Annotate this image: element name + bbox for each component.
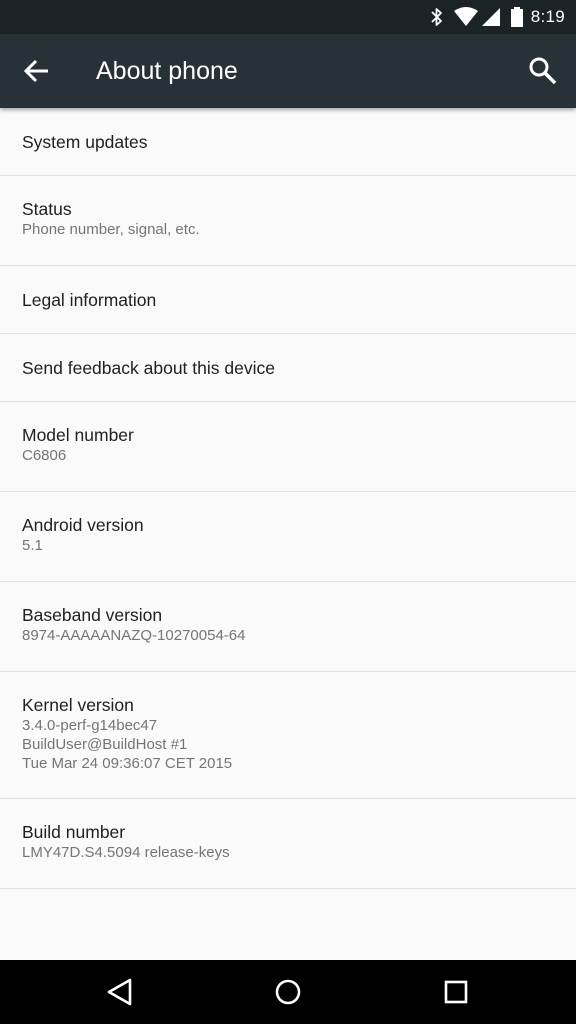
item-title: Legal information <box>22 290 157 310</box>
item-subtitle: 5.1 <box>22 537 43 554</box>
item-title: System updates <box>22 132 148 152</box>
settings-list: System updates Status Phone number, sign… <box>0 108 576 889</box>
status-clock: 8:19 <box>530 7 565 26</box>
item-title: Kernel version <box>22 695 134 715</box>
list-item-baseband-version[interactable]: Baseband version 8974-AAAAANAZQ-10270054… <box>0 582 576 672</box>
arrow-back-icon[interactable] <box>22 57 52 85</box>
navigation-bar <box>0 960 576 1024</box>
item-title: Baseband version <box>22 605 163 625</box>
item-subtitle: 8974-AAAAANAZQ-10270054-64 <box>22 627 246 644</box>
item-title: Status <box>22 199 72 219</box>
item-title: Send feedback about this device <box>22 358 275 378</box>
list-item-system-updates[interactable]: System updates <box>0 108 576 176</box>
item-subtitle: C6806 <box>22 447 67 464</box>
item-subtitle: 3.4.0-perf-g14bec47 BuildUser@BuildHost … <box>22 717 233 772</box>
list-item-model-number[interactable]: Model number C6806 <box>0 402 576 492</box>
item-subtitle: Phone number, signal, etc. <box>22 221 200 238</box>
search-icon[interactable] <box>528 56 558 86</box>
bluetooth-icon <box>430 7 444 32</box>
list-item-legal-information[interactable]: Legal information <box>0 266 576 334</box>
about-phone-screen: 8:19 About phone System updates Status P… <box>0 0 576 1024</box>
item-title: Android version <box>22 515 144 535</box>
item-title: Build number <box>22 822 126 842</box>
nav-home-icon[interactable] <box>272 976 304 1008</box>
wifi-icon <box>454 7 478 32</box>
list-item-send-feedback[interactable]: Send feedback about this device <box>0 334 576 402</box>
nav-back-icon[interactable] <box>104 976 136 1008</box>
list-item-build-number[interactable]: Build number LMY47D.S4.5094 release-keys <box>0 799 576 889</box>
item-title: Model number <box>22 425 134 445</box>
list-item-status[interactable]: Status Phone number, signal, etc. <box>0 176 576 266</box>
list-item-android-version[interactable]: Android version 5.1 <box>0 492 576 582</box>
page-title: About phone <box>96 57 238 85</box>
status-bar: 8:19 <box>0 0 576 34</box>
nav-recents-icon[interactable] <box>440 976 472 1008</box>
list-item-kernel-version[interactable]: Kernel version 3.4.0-perf-g14bec47 Build… <box>0 672 576 799</box>
app-bar: About phone <box>0 34 576 108</box>
item-subtitle: LMY47D.S4.5094 release-keys <box>22 844 230 861</box>
cell-signal-icon <box>481 7 501 32</box>
battery-icon <box>510 7 524 32</box>
